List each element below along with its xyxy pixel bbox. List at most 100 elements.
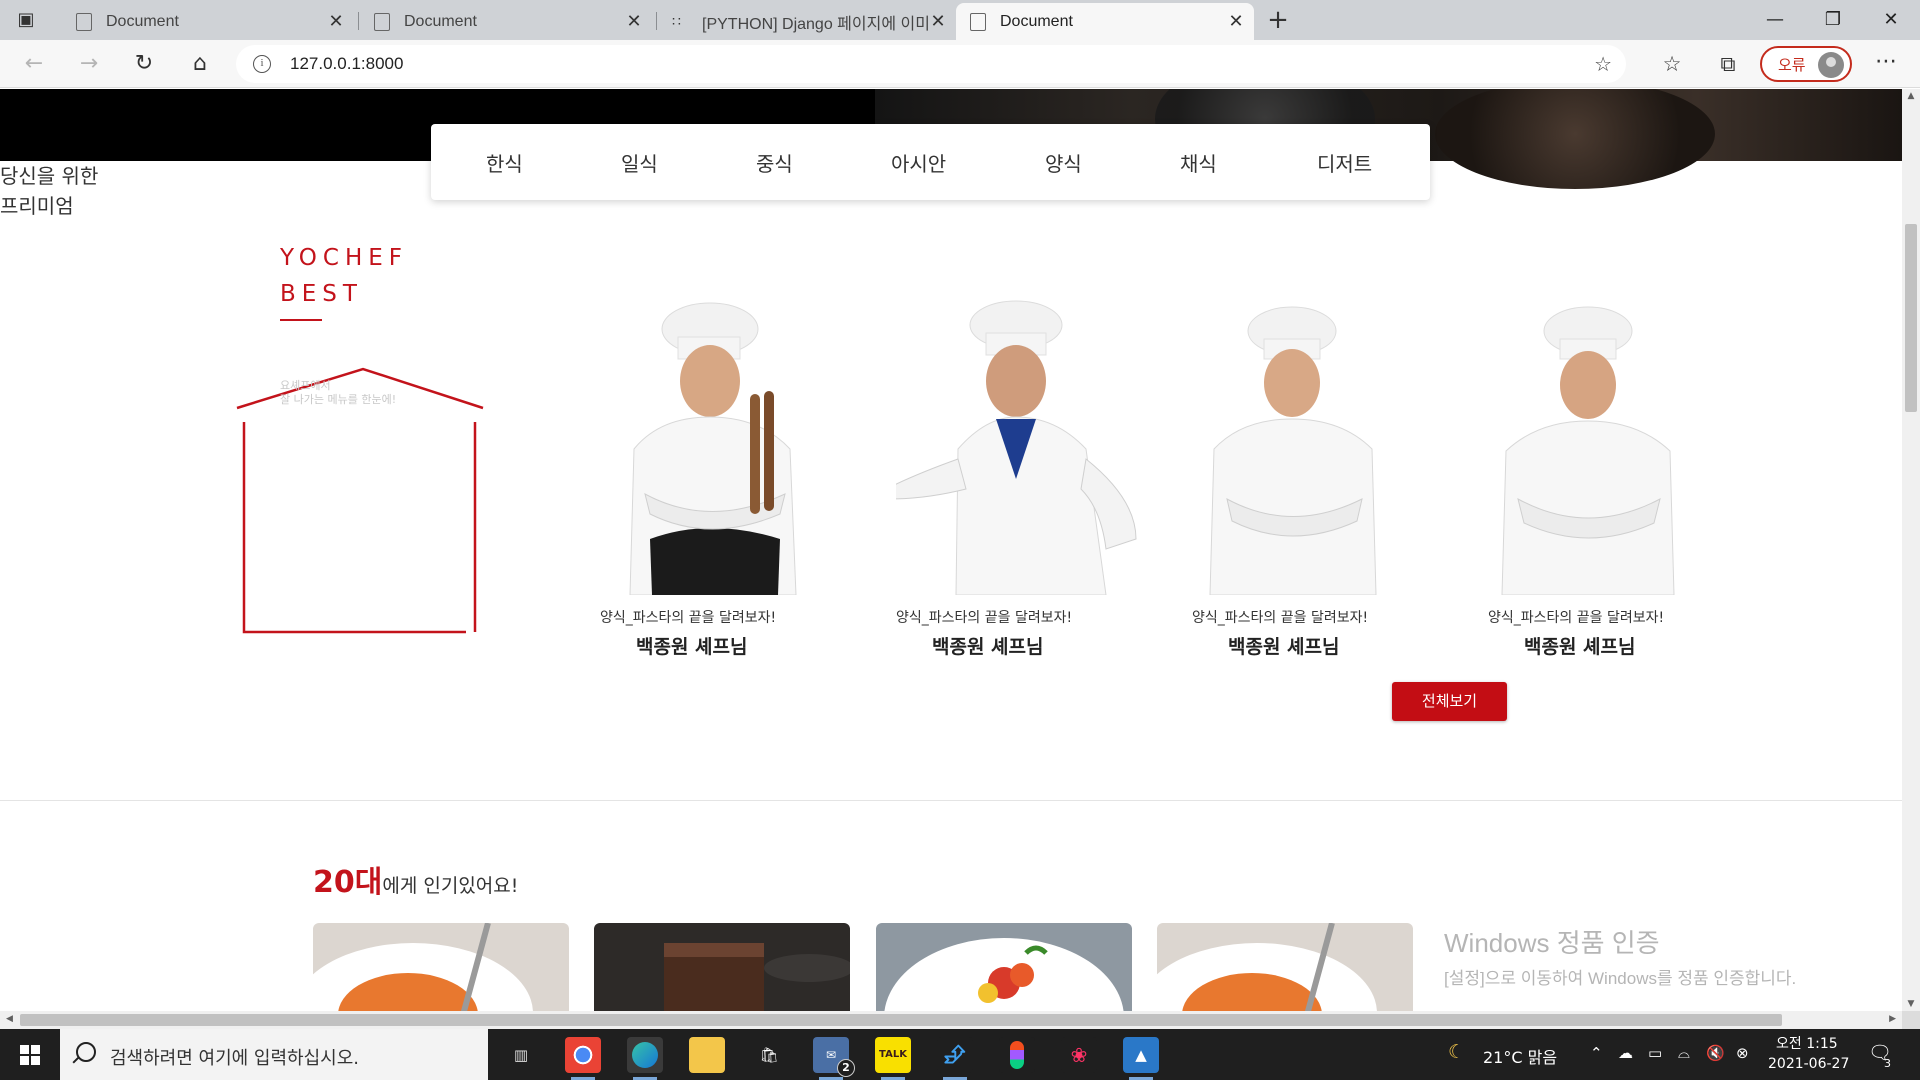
scroll-right-icon[interactable]: ▶ bbox=[1889, 1014, 1896, 1024]
collections-icon[interactable]: ⧉ bbox=[1714, 50, 1742, 78]
weather-text[interactable]: 21°C 맑음 bbox=[1483, 1044, 1557, 1068]
page-icon bbox=[76, 12, 92, 31]
battery-icon[interactable]: ▭ bbox=[1648, 1044, 1662, 1062]
food-card[interactable] bbox=[876, 923, 1132, 1011]
category-western[interactable]: 양식 bbox=[1045, 148, 1082, 177]
food-card[interactable] bbox=[1157, 923, 1413, 1011]
paint-icon[interactable]: ❀ bbox=[1061, 1037, 1097, 1073]
tab-actions-icon[interactable]: ▣ bbox=[14, 8, 38, 32]
category-nav: 한식 일식 중식 아시안 양식 채식 디저트 bbox=[431, 124, 1430, 200]
taskbar: 검색하려면 여기에 입력하십시오. ▥ 🛍 ✉ 2 TALK ⮵ ❀ ▲ ☾ 21… bbox=[0, 1029, 1920, 1080]
tab-document-1[interactable]: Document ✕ bbox=[62, 3, 354, 40]
screen: ▣ Document ✕ Document ✕ ∷ [PYTHON] Djang… bbox=[0, 0, 1920, 1080]
close-icon[interactable]: ✕ bbox=[624, 11, 644, 32]
close-icon[interactable]: ✕ bbox=[326, 11, 346, 32]
weather-moon-icon: ☾ bbox=[1448, 1041, 1466, 1063]
tab-document-active[interactable]: Document ✕ bbox=[956, 3, 1254, 40]
tab-title: Document bbox=[106, 12, 179, 30]
edge-icon[interactable] bbox=[627, 1037, 663, 1080]
category-dessert[interactable]: 디저트 bbox=[1317, 148, 1372, 177]
kakaotalk-icon[interactable]: TALK bbox=[875, 1037, 911, 1080]
horizontal-scrollbar[interactable]: ◀ ▶ bbox=[0, 1011, 1902, 1029]
scroll-up-icon[interactable]: ▲ bbox=[1906, 91, 1916, 101]
category-asian[interactable]: 아시안 bbox=[891, 148, 946, 177]
category-chinese[interactable]: 중식 bbox=[756, 148, 793, 177]
food-photo bbox=[664, 943, 850, 1011]
back-arrow-icon[interactable]: ← bbox=[18, 48, 50, 80]
taskbar-search-placeholder: 검색하려면 여기에 입력하십시오. bbox=[110, 1048, 360, 1069]
chef-name: 백종원 셰프님 bbox=[1524, 636, 1636, 658]
photos-icon[interactable]: ▲ bbox=[1123, 1037, 1159, 1080]
minimize-button[interactable]: — bbox=[1746, 0, 1804, 40]
hero-copy-line: 당신을 위한 bbox=[0, 164, 99, 188]
scroll-down-icon[interactable]: ▼ bbox=[1906, 999, 1916, 1009]
favorites-icon[interactable]: ☆ bbox=[1658, 50, 1686, 78]
house-outline-graphic bbox=[236, 367, 484, 634]
wifi-icon[interactable]: ⌓ bbox=[1678, 1044, 1690, 1062]
add-favorite-icon[interactable]: ☆ bbox=[1594, 52, 1612, 76]
food-photo bbox=[884, 938, 1124, 1011]
mail-badge: 2 bbox=[837, 1059, 855, 1077]
clock-time[interactable]: 오전 1:15 bbox=[1776, 1033, 1838, 1053]
info-icon[interactable]: i bbox=[253, 55, 271, 73]
category-japanese[interactable]: 일식 bbox=[621, 148, 658, 177]
address-bar[interactable]: i 127.0.0.1:8000 ☆ bbox=[236, 45, 1626, 83]
chef-card[interactable]: 양식_파스타의 끝을 달려보자! 백종원 셰프님 bbox=[885, 299, 1156, 658]
chrome-icon[interactable] bbox=[565, 1037, 601, 1080]
page-icon bbox=[374, 12, 390, 31]
chef-description: 양식_파스타의 끝을 달려보자! bbox=[1192, 610, 1369, 626]
windows-start-icon[interactable] bbox=[0, 1029, 60, 1080]
food-card[interactable] bbox=[313, 923, 569, 1011]
chevron-up-icon[interactable]: ⌃ bbox=[1590, 1044, 1603, 1062]
url-text[interactable]: 127.0.0.1:8000 bbox=[290, 54, 403, 74]
chef-photo bbox=[1209, 306, 1377, 596]
figma-icon[interactable] bbox=[999, 1037, 1035, 1073]
restore-button[interactable]: ❐ bbox=[1804, 0, 1862, 40]
food-card[interactable] bbox=[594, 923, 850, 1011]
windows-activation-watermark: Windows 정품 인증 [설정]으로 이동하여 Windows를 정품 인증… bbox=[1444, 923, 1796, 989]
refresh-icon[interactable]: ↻ bbox=[128, 48, 160, 80]
chef-card[interactable]: 양식_파스타의 끝을 달려보자! 백종원 셰프님 bbox=[1192, 299, 1452, 658]
yochef-best-badge bbox=[235, 367, 485, 639]
category-vegetarian[interactable]: 채식 bbox=[1180, 148, 1217, 177]
vscode-icon[interactable]: ⮵ bbox=[937, 1037, 973, 1080]
category-korean[interactable]: 한식 bbox=[486, 148, 523, 177]
forward-arrow-icon[interactable]: → bbox=[73, 48, 105, 80]
tab-separator bbox=[358, 12, 359, 30]
chef-description: 양식_파스타의 끝을 달려보자! bbox=[600, 610, 777, 626]
tab-django-post[interactable]: ∷ [PYTHON] Django 페이지에 이미 ✕ bbox=[658, 3, 956, 40]
chef-description: 양식_파스타의 끝을 달려보자! bbox=[896, 610, 1073, 626]
profile-button[interactable]: 오류 bbox=[1760, 46, 1852, 82]
chef-card[interactable]: 양식_파스타의 끝을 달려보자! 백종원 셰프님 bbox=[1488, 299, 1748, 658]
horizontal-scroll-thumb[interactable] bbox=[20, 1014, 1782, 1026]
tab-separator bbox=[656, 12, 657, 30]
vertical-scroll-thumb[interactable] bbox=[1905, 224, 1917, 412]
chef-card[interactable]: 양식_파스타의 끝을 달려보자! 백종원 셰프님 bbox=[600, 299, 860, 658]
scrollbar-corner bbox=[1902, 1011, 1920, 1029]
home-icon[interactable]: ⌂ bbox=[184, 48, 216, 80]
chef-description: 양식_파스타의 끝을 달려보자! bbox=[1488, 610, 1665, 626]
more-menu-icon[interactable]: ⋯ bbox=[1870, 48, 1902, 80]
chef-photo bbox=[1501, 306, 1675, 596]
close-icon[interactable]: ✕ bbox=[1226, 11, 1246, 32]
page-icon bbox=[970, 12, 986, 31]
notification-count: 3 bbox=[1884, 1057, 1891, 1070]
file-explorer-icon[interactable] bbox=[689, 1037, 725, 1073]
view-all-button[interactable]: 전체보기 bbox=[1392, 682, 1507, 721]
vertical-scrollbar[interactable]: ▲ ▼ bbox=[1902, 89, 1920, 1011]
task-view-icon[interactable]: ▥ bbox=[503, 1037, 539, 1073]
onedrive-icon[interactable]: ☁ bbox=[1618, 1044, 1633, 1062]
clock-date[interactable]: 2021-06-27 bbox=[1768, 1056, 1849, 1072]
volume-icon[interactable]: 🔇 bbox=[1706, 1044, 1725, 1062]
status-x-icon[interactable]: ⊗ bbox=[1736, 1044, 1749, 1062]
tab-document-2[interactable]: Document ✕ bbox=[360, 3, 652, 40]
close-icon[interactable]: ✕ bbox=[928, 11, 948, 32]
tab-title: Document bbox=[404, 12, 477, 30]
store-icon[interactable]: 🛍 bbox=[751, 1037, 787, 1073]
window-close-button[interactable]: ✕ bbox=[1862, 0, 1920, 40]
chef-photo bbox=[629, 302, 797, 596]
taskbar-search[interactable]: 검색하려면 여기에 입력하십시오. bbox=[60, 1029, 488, 1080]
mail-icon[interactable]: ✉ 2 bbox=[813, 1037, 855, 1080]
new-tab-button[interactable]: + bbox=[1262, 4, 1294, 36]
scroll-left-icon[interactable]: ◀ bbox=[6, 1014, 13, 1024]
